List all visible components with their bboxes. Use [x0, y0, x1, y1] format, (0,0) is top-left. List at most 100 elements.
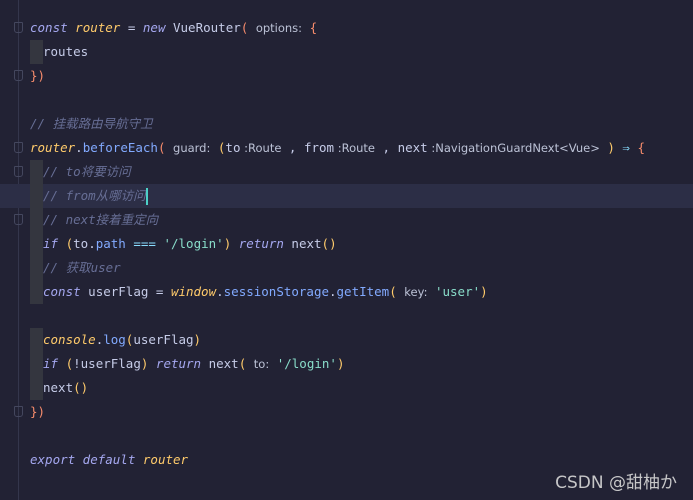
fold-marker-icon[interactable] [14, 406, 23, 417]
code-line[interactable]: router.beforeEach( guard: (to :Route , f… [0, 136, 693, 160]
code-token: router [75, 20, 121, 35]
code-line[interactable]: console.log(userFlag) [0, 328, 693, 352]
text-caret [145, 188, 148, 205]
code-line[interactable]: routes [0, 40, 693, 64]
code-line[interactable] [0, 424, 693, 448]
code-token: window [170, 284, 217, 299]
code-text: if (!userFlag) return next( to: '/login'… [43, 352, 344, 376]
code-token: ( [58, 356, 74, 371]
code-text: }) [30, 400, 45, 424]
fold-marker-icon[interactable] [14, 214, 23, 225]
code-token: :Route [240, 141, 282, 155]
code-text: }) [30, 64, 45, 88]
code-token: sessionStorage [223, 284, 329, 299]
watermark: CSDN @甜柚か [555, 473, 677, 493]
code-token: console [43, 332, 96, 347]
indent-guide [30, 160, 43, 184]
indent-guide [30, 232, 43, 256]
code-token: ) [193, 332, 202, 347]
code-line[interactable]: // 获取user [0, 256, 693, 280]
code-token: next [43, 380, 74, 395]
code-token: if [43, 356, 59, 371]
code-token: , [281, 140, 304, 155]
code-line[interactable]: }) [0, 64, 693, 88]
code-token: :NavigationGuardNext<Vue> [427, 141, 600, 155]
code-text: routes [43, 40, 88, 64]
code-token: , [375, 140, 398, 155]
code-token: router [142, 452, 189, 467]
code-token: const [30, 20, 68, 35]
code-token: to [73, 236, 89, 251]
code-text: console.log(userFlag) [43, 328, 201, 352]
code-token: ( [238, 356, 254, 371]
code-token: // next接着重定向 [43, 212, 159, 227]
code-token: ( [58, 236, 74, 251]
code-token: ) [37, 68, 46, 83]
code-token: const [43, 284, 81, 299]
code-token: } [30, 404, 38, 419]
indent-guide [30, 256, 43, 280]
code-token: { [629, 140, 646, 155]
code-token: key: [404, 285, 428, 299]
code-line[interactable] [0, 88, 693, 112]
code-text: // from从哪访问 [43, 184, 148, 208]
code-text: if (to.path === '/login') return next() [43, 232, 337, 256]
code-token: ) [480, 284, 488, 299]
code-token: . [88, 236, 96, 251]
code-line[interactable]: }) [0, 400, 693, 424]
code-token: :Route [334, 141, 376, 155]
code-token: options: [255, 21, 303, 35]
code-text: export default router [30, 448, 188, 472]
code-token: new [142, 20, 166, 35]
code-token: router [30, 140, 76, 155]
code-token: next [201, 356, 239, 371]
code-token: to [225, 140, 241, 155]
code-token: guard: [173, 141, 211, 155]
code-token: 'user' [427, 284, 481, 299]
code-text: router.beforeEach( guard: (to :Route , f… [30, 136, 645, 160]
indent-guide [30, 376, 43, 400]
code-token: ) [37, 404, 46, 419]
code-line[interactable]: next() [0, 376, 693, 400]
indent-guide [30, 208, 43, 232]
code-token: === [125, 236, 164, 251]
code-token: . [75, 140, 83, 155]
code-token: . [216, 284, 224, 299]
indent-guide [30, 328, 43, 352]
code-text: // 挂载路由导航守卫 [30, 112, 153, 136]
indent-guide [30, 184, 43, 208]
indent-guide [30, 352, 43, 376]
code-token: ) [336, 356, 345, 371]
code-line[interactable]: const userFlag = window.sessionStorage.g… [0, 280, 693, 304]
fold-marker-icon[interactable] [14, 166, 23, 177]
code-token: beforeEach [82, 140, 158, 155]
code-line[interactable] [0, 304, 693, 328]
code-line[interactable]: const router = new VueRouter( options: { [0, 16, 693, 40]
code-token: ( [389, 284, 405, 299]
code-token: userFlag = [80, 284, 171, 299]
code-line[interactable]: // 挂载路由导航守卫 [0, 112, 693, 136]
code-token: } [30, 68, 38, 83]
code-line[interactable]: // to将要访问 [0, 160, 693, 184]
code-token: next [283, 236, 322, 251]
code-token: if [43, 236, 59, 251]
code-line[interactable]: // from从哪访问 [0, 184, 693, 208]
code-token: ( [210, 140, 226, 155]
code-token: () [73, 380, 89, 395]
code-token: () [321, 236, 337, 251]
indent-guide [30, 40, 43, 64]
code-line[interactable]: // next接着重定向 [0, 208, 693, 232]
code-token: { [302, 20, 318, 35]
fold-marker-icon[interactable] [14, 70, 23, 81]
code-token: ( [240, 20, 256, 35]
fold-marker-icon[interactable] [14, 142, 23, 153]
code-token: routes [43, 44, 89, 59]
code-text: // to将要访问 [43, 160, 131, 184]
code-line[interactable]: if (to.path === '/login') return next() [0, 232, 693, 256]
code-line[interactable]: if (!userFlag) return next( to: '/login'… [0, 352, 693, 376]
fold-marker-icon[interactable] [14, 22, 23, 33]
code-token: return [238, 236, 284, 251]
